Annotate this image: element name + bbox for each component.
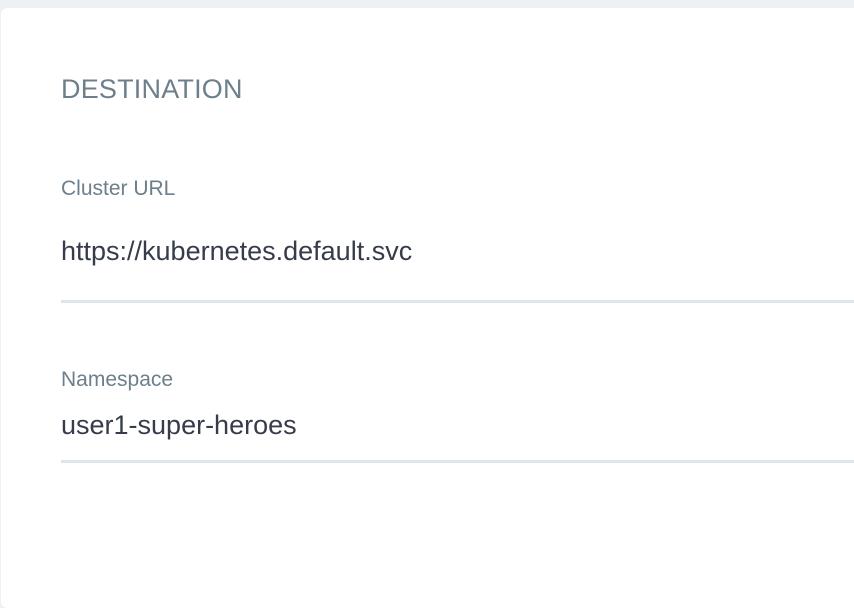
section-title: DESTINATION — [61, 74, 243, 104]
cluster-url-underline — [61, 300, 854, 303]
namespace-field[interactable] — [61, 408, 854, 442]
cluster-url-label: Cluster URL — [61, 177, 176, 200]
cluster-url-field[interactable] — [61, 234, 854, 268]
namespace-underline — [61, 460, 854, 463]
namespace-label: Namespace — [61, 368, 174, 391]
